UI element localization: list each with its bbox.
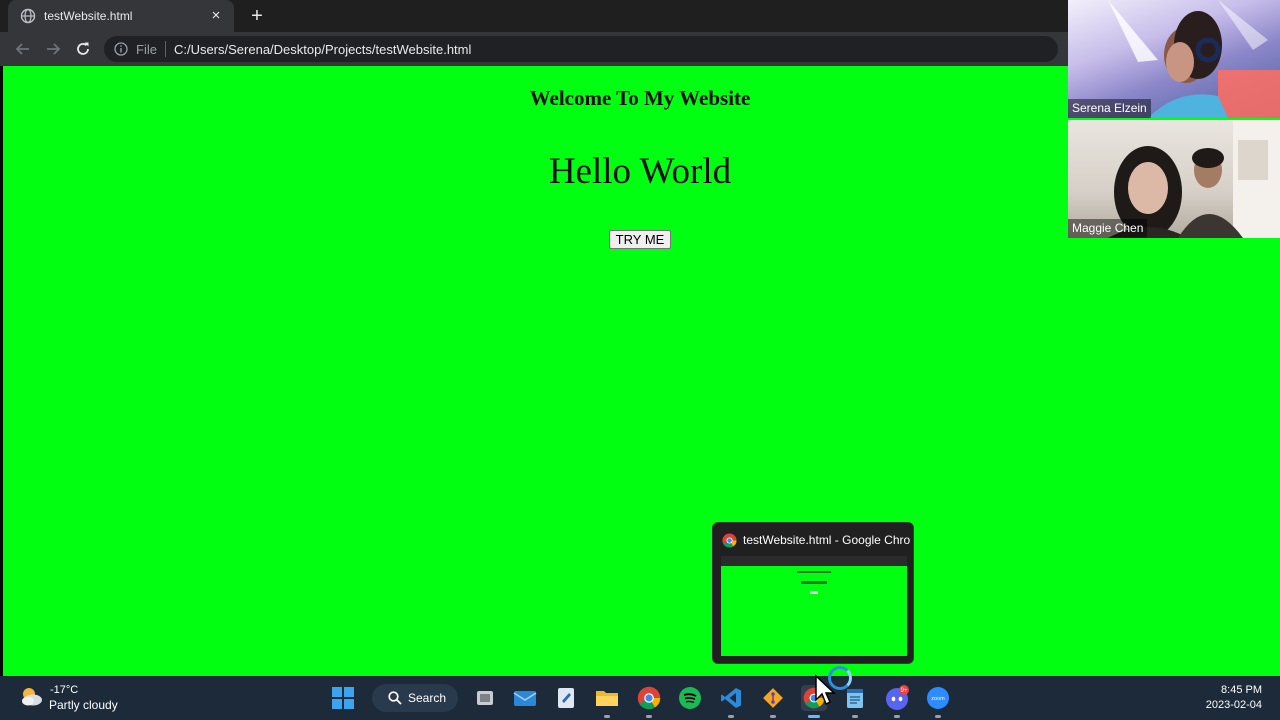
search-label: Search [408,691,447,705]
search-icon [388,691,402,705]
chrome-icon [637,686,661,710]
file-explorer-button[interactable] [594,685,620,711]
windows-start-icon [332,687,354,709]
mouse-cursor-icon [815,674,836,706]
globe-icon [20,8,36,24]
thumbnail-button [810,591,818,594]
reload-button[interactable] [72,38,94,60]
vscode-icon [721,688,741,708]
mail-icon [513,691,537,706]
taskbar-search[interactable]: Search [372,684,458,712]
tab-title: testWebsite.html [44,9,133,23]
running-indicator [935,715,941,718]
discord-icon: 9+ [886,685,909,710]
forward-button[interactable] [42,38,64,60]
zoom-button[interactable]: zoom [925,685,951,711]
video-tile-maggie[interactable]: Maggie Chen [1068,120,1280,238]
file-chip[interactable]: File [136,42,157,57]
active-indicator [808,715,820,718]
weather-temperature[interactable]: -17°C [50,684,78,696]
spotify-icon [679,687,701,709]
browser-toolbar: File C:/Users/Serena/Desktop/Projects/te… [0,32,1068,66]
browser-tab-strip: testWebsite.html × + [0,0,1068,32]
git-icon [763,688,783,708]
url-text[interactable]: C:/Users/Serena/Desktop/Projects/testWeb… [174,42,471,57]
try-me-button[interactable]: TRY ME [609,230,671,249]
discord-button[interactable]: 9+ [884,685,910,711]
address-bar[interactable]: File C:/Users/Serena/Desktop/Projects/te… [104,36,1058,62]
running-indicator [852,715,858,718]
browser-tab[interactable]: testWebsite.html × [8,0,234,32]
participant-name: Serena Elzein [1068,99,1151,118]
thumbnail-hello [801,581,827,584]
participant-name: Maggie Chen [1068,219,1148,238]
running-indicator [604,715,610,718]
zoom-icon: zoom [927,687,949,709]
notepad-icon [558,688,574,708]
notes-button[interactable] [842,685,868,711]
running-indicator [646,715,652,718]
running-indicator [770,715,776,718]
weather-description[interactable]: Partly cloudy [49,698,118,712]
start-button[interactable] [330,685,356,711]
spotify-button[interactable] [677,685,703,711]
reload-icon [77,42,89,55]
plus-icon[interactable]: + [246,5,268,27]
weather-icon[interactable] [18,685,44,709]
taskbar-window-preview[interactable]: testWebsite.html - Google Chro... [712,522,914,664]
zoom-wordmark: zoom [931,696,945,702]
chrome-taskbar-button[interactable] [636,685,662,711]
back-arrow-icon [15,43,29,55]
video-tile-serena[interactable]: Serena Elzein [1068,0,1280,118]
running-indicator [894,715,900,718]
info-icon[interactable] [114,42,128,56]
divider [164,41,166,57]
task-view-icon [477,691,493,705]
running-indicator [728,715,734,718]
thumbnail-heading [797,571,831,573]
forward-arrow-icon [47,43,61,55]
clock-time[interactable]: 8:45 PM [1221,684,1262,696]
preview-thumbnail[interactable] [721,556,907,656]
notepad-button[interactable] [553,685,579,711]
back-button[interactable] [12,38,34,60]
git-button[interactable] [760,685,786,711]
preview-title: testWebsite.html - Google Chro... [743,533,911,547]
notes-icon [847,689,863,708]
chrome-icon [722,533,737,548]
thumbnail-chrome [721,556,907,566]
close-icon[interactable]: × [208,8,224,24]
clock-date[interactable]: 2023-02-04 [1206,699,1262,711]
file-explorer-icon [596,691,618,706]
task-view-button[interactable] [472,685,498,711]
notification-badge: 9+ [901,688,908,694]
mail-button[interactable] [512,685,538,711]
vscode-button[interactable] [718,685,744,711]
taskbar: -17°C Partly cloudy Search 9+ zoom 8:45 … [0,676,1280,720]
